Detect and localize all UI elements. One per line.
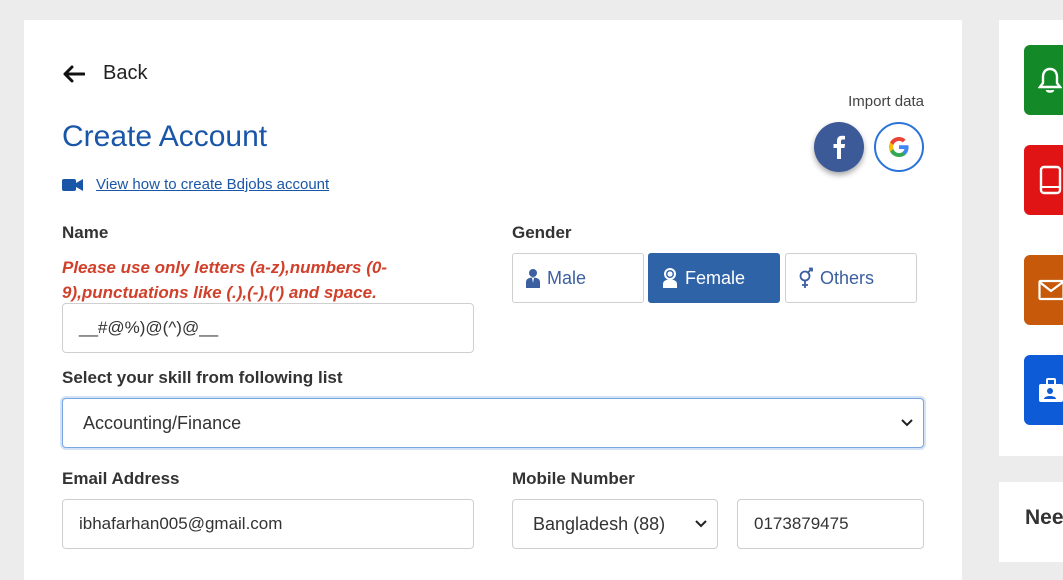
video-help-link[interactable]: View how to create Bdjobs account [62,176,329,193]
import-data-label: Import data [848,93,924,110]
country-code-select[interactable]: Bangladesh (88) [512,499,718,549]
facebook-import-button[interactable] [814,122,864,172]
mobile-label: Mobile Number [512,469,635,489]
arrow-left-icon [62,65,85,83]
gender-label: Gender [512,223,572,243]
page-title: Create Account [62,120,267,154]
google-icon [887,135,911,159]
chevron-down-icon [901,419,913,427]
name-error-message: Please use only letters (a-z),numbers (0… [62,255,422,305]
skill-label: Select your skill from following list [62,368,343,388]
gender-male-button[interactable]: Male [512,253,644,303]
id-card-icon [1038,376,1063,404]
back-label: Back [103,62,147,85]
gender-others-label: Others [820,268,874,289]
gender-others-button[interactable]: Others [785,253,917,303]
mail-icon [1038,279,1063,301]
country-code-value: Bangladesh (88) [533,514,665,535]
female-icon [661,268,679,288]
google-import-button[interactable] [874,122,924,172]
tablet-icon [1038,165,1062,195]
name-input[interactable]: __#@%)@(^)@__ [62,303,474,353]
video-link-text[interactable]: View how to create Bdjobs account [96,176,329,193]
others-gender-icon [798,267,814,289]
bell-icon [1038,66,1062,94]
create-account-card: Back Create Account View how to create B… [24,20,962,580]
video-camera-icon [62,178,83,192]
mobile-number-input[interactable]: 0173879475 [737,499,924,549]
male-icon [525,268,541,288]
skill-select-value: Accounting/Finance [83,413,241,434]
device-side-button[interactable] [1024,145,1063,215]
profile-side-button[interactable] [1024,355,1063,425]
gender-female-button[interactable]: Female [648,253,780,303]
email-input[interactable]: ibhafarhan005@gmail.com [62,499,474,549]
gender-female-label: Female [685,268,745,289]
notification-side-button[interactable] [1024,45,1063,115]
top-bar [0,0,1063,20]
facebook-icon [832,135,846,159]
back-button[interactable]: Back [62,62,147,85]
gender-male-label: Male [547,268,586,289]
message-side-button[interactable] [1024,255,1063,325]
need-help-heading: Nee [1025,506,1063,530]
skill-select[interactable]: Accounting/Finance [62,398,924,448]
name-label: Name [62,223,108,243]
chevron-down-icon [695,520,707,528]
email-label: Email Address [62,469,179,489]
